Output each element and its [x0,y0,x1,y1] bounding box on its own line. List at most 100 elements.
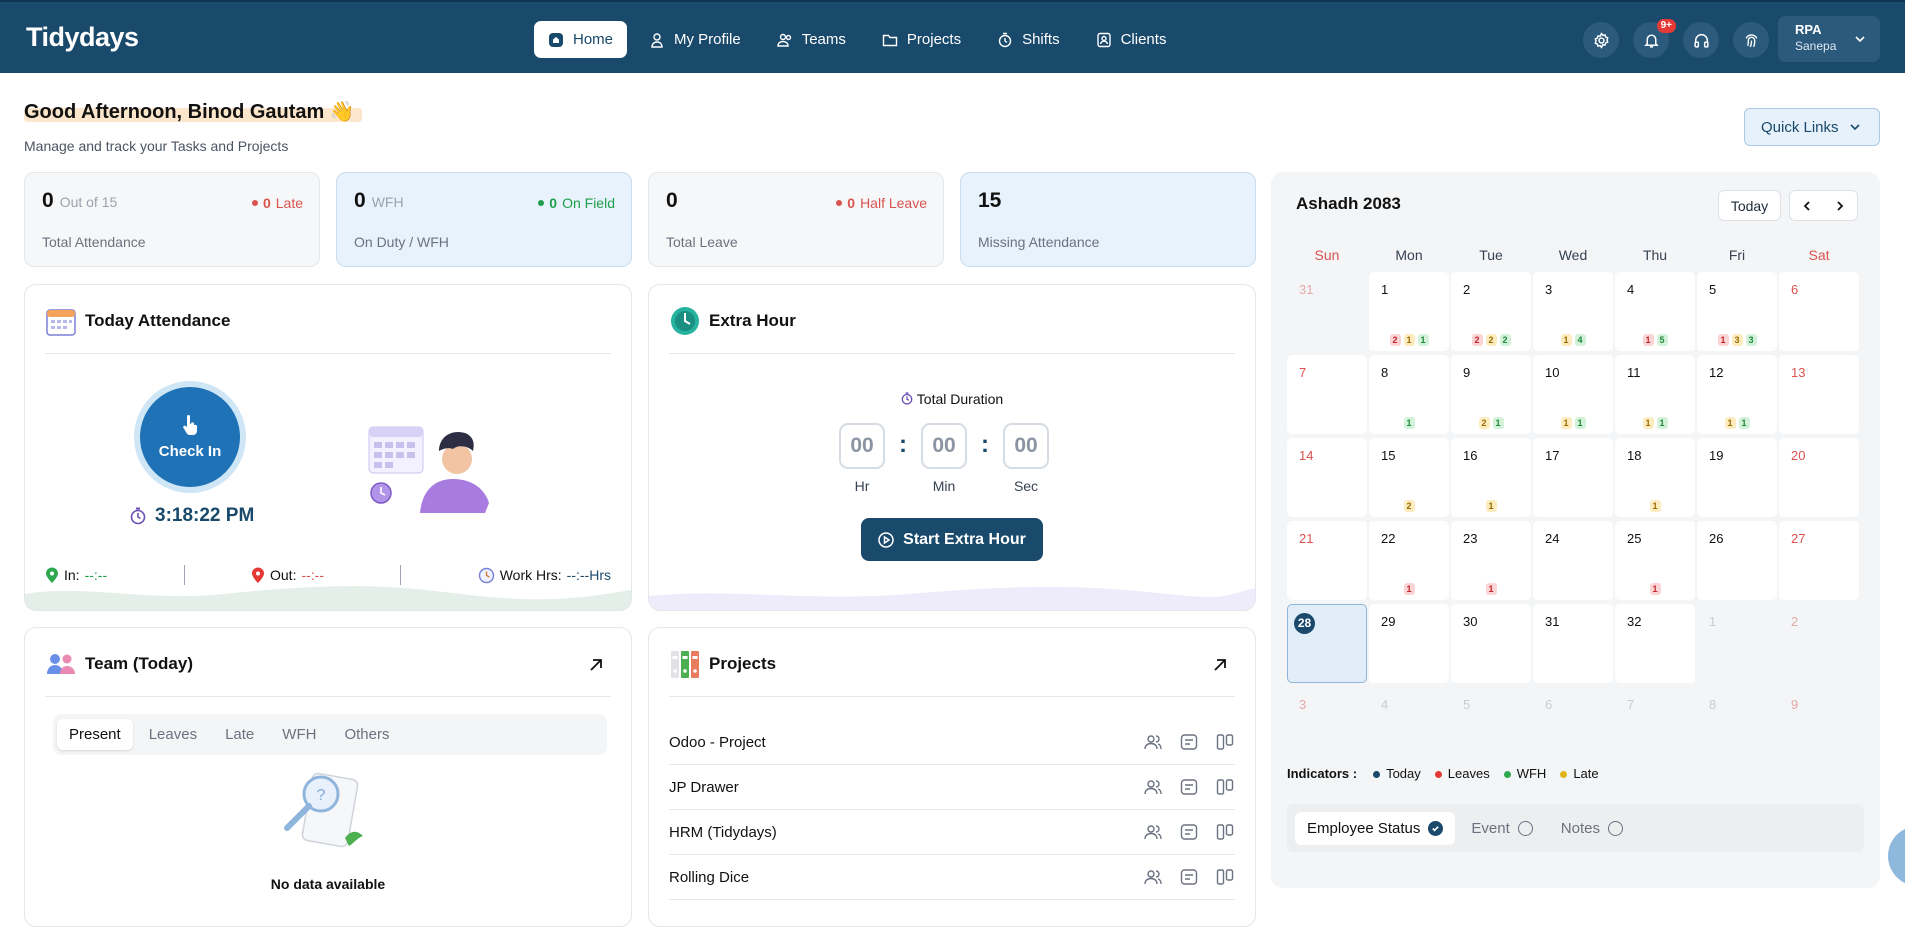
team-icon[interactable] [1143,732,1163,752]
calendar-day[interactable]: 15 2 [1369,438,1449,517]
project-name[interactable]: Odoo - Project [669,734,766,751]
calendar-day[interactable]: 17 [1533,438,1613,517]
day-number: 3 [1545,282,1553,297]
project-name[interactable]: Rolling Dice [669,869,749,886]
user-menu[interactable]: RPA Sanepa [1778,16,1880,62]
calendar-day[interactable]: 4 15 [1615,272,1695,351]
team-icon[interactable] [1143,867,1163,887]
calendar-today-button[interactable]: Today [1718,190,1781,221]
filter-event[interactable]: Event [1459,812,1544,845]
task-list-icon[interactable] [1179,867,1199,887]
calendar-day[interactable]: 10 1 1 [1533,355,1613,434]
calendar-day[interactable]: 23 1 [1451,521,1531,600]
calendar-day[interactable]: 22 1 [1369,521,1449,600]
day-number: 19 [1709,448,1724,463]
team-icon[interactable] [1143,777,1163,797]
calendar-day[interactable]: 9 21 [1451,355,1531,434]
tab-others[interactable]: Others [332,719,401,750]
day-status-chips: 1 [1369,417,1449,429]
project-row[interactable]: Odoo - Project [669,720,1235,765]
calendar-day[interactable]: 27 [1779,521,1859,600]
day-status-chips: 1 [1451,500,1531,512]
kanban-board-icon[interactable] [1215,777,1235,797]
wfh-count-badge: 3 [1745,334,1757,346]
stat-value: 15 [978,189,1002,212]
calendar-day[interactable]: 25 1 [1615,521,1695,600]
nav-home[interactable]: Home [534,21,628,58]
calendar-day[interactable]: 6 [1779,272,1859,351]
start-extra-hour-button[interactable]: Start Extra Hour [861,518,1043,561]
arrow-up-right-icon[interactable] [587,656,605,674]
shift-icon [998,32,1012,47]
kanban-board-icon[interactable] [1215,732,1235,752]
calendar-day[interactable]: 26 [1697,521,1777,600]
support-button[interactable] [1683,22,1719,58]
nav-clients[interactable]: Clients [1082,21,1181,58]
tab-leaves[interactable]: Leaves [137,719,209,750]
nav-my-profile[interactable]: My Profile [635,21,755,58]
stat-label: Total Attendance [42,234,146,250]
calendar-day[interactable]: 29 [1369,604,1449,683]
calendar-day[interactable]: 3 14 [1533,272,1613,351]
notifications-button[interactable]: 9+ [1633,19,1676,58]
calendar-day[interactable]: 18 1 [1615,438,1695,517]
fingerprint-button[interactable] [1733,22,1769,58]
calendar-day[interactable]: 5133 [1697,272,1777,351]
nav-home-label: Home [573,31,614,48]
quick-links-button[interactable]: Quick Links [1744,108,1880,146]
calendar-day[interactable]: 81 [1369,355,1449,434]
calendar-day[interactable]: 16 1 [1451,438,1531,517]
calendar-day[interactable]: 13 [1779,355,1859,434]
arrow-up-right-icon[interactable] [1211,656,1229,674]
filter-employee-status[interactable]: Employee Status [1295,811,1456,845]
calendar-day[interactable]: 7 [1287,355,1367,434]
floating-chat-button[interactable] [1888,826,1905,886]
calendar-day[interactable]: 24 [1533,521,1613,600]
project-name[interactable]: JP Drawer [669,779,739,796]
task-list-icon[interactable] [1179,777,1199,797]
tab-present[interactable]: Present [57,719,133,750]
calendar-icon [46,309,76,336]
calendar-day[interactable]: 21 [1287,521,1367,600]
filter-notes[interactable]: Notes [1549,812,1635,845]
calendar-day[interactable]: 30 [1451,604,1531,683]
settings-button[interactable] [1583,22,1619,58]
app-logo[interactable]: Tidydays [26,22,139,53]
calendar-next-button[interactable] [1824,191,1858,220]
stat-total-leave[interactable]: 0 0 Half Leave Total Leave [648,172,944,267]
calendar-day[interactable]: 19 [1697,438,1777,517]
tab-wfh[interactable]: WFH [270,719,328,750]
nav-shifts[interactable]: Shifts [983,21,1074,58]
project-row[interactable]: JP Drawer [669,765,1235,810]
team-icon[interactable] [1143,822,1163,842]
calendar-day[interactable]: 20 [1779,438,1859,517]
calendar-day-today[interactable]: 28 [1287,604,1367,683]
late-count-badge: 1 [1403,334,1415,346]
kanban-board-icon[interactable] [1215,822,1235,842]
task-list-icon[interactable] [1179,822,1199,842]
tab-late[interactable]: Late [213,719,266,750]
check-in-button[interactable]: Check In [134,381,246,493]
kanban-board-icon[interactable] [1215,867,1235,887]
project-row[interactable]: Rolling Dice [669,855,1235,900]
stat-on-duty-wfh[interactable]: 0 WFH 0 On Field On Duty / WFH [336,172,632,267]
calendar-day[interactable]: 31 [1533,604,1613,683]
calendar-day[interactable]: 2222 [1451,272,1531,351]
indicator-label: WFH [1516,766,1547,781]
nav-projects[interactable]: Projects [868,21,975,58]
project-row[interactable]: HRM (Tidydays) [669,810,1235,855]
late-count-badge: 1 [1724,417,1736,429]
task-list-icon[interactable] [1179,732,1199,752]
calendar-day[interactable]: 32 [1615,604,1695,683]
divider [669,696,1235,697]
stat-missing-attendance[interactable]: 15 Missing Attendance [960,172,1256,267]
calendar-day[interactable]: 1211 [1697,355,1777,434]
calendar-day[interactable]: 11 1 1 [1615,355,1695,434]
calendar-month-title: Ashadh 2083 [1296,194,1401,213]
calendar-day[interactable]: 1211 [1369,272,1449,351]
nav-teams[interactable]: Teams [763,21,860,58]
stat-total-attendance[interactable]: 0 Out of 15 0 Late Total Attendance [24,172,320,267]
project-name[interactable]: HRM (Tidydays) [669,824,777,841]
calendar-prev-button[interactable] [1790,191,1824,220]
calendar-day[interactable]: 14 [1287,438,1367,517]
